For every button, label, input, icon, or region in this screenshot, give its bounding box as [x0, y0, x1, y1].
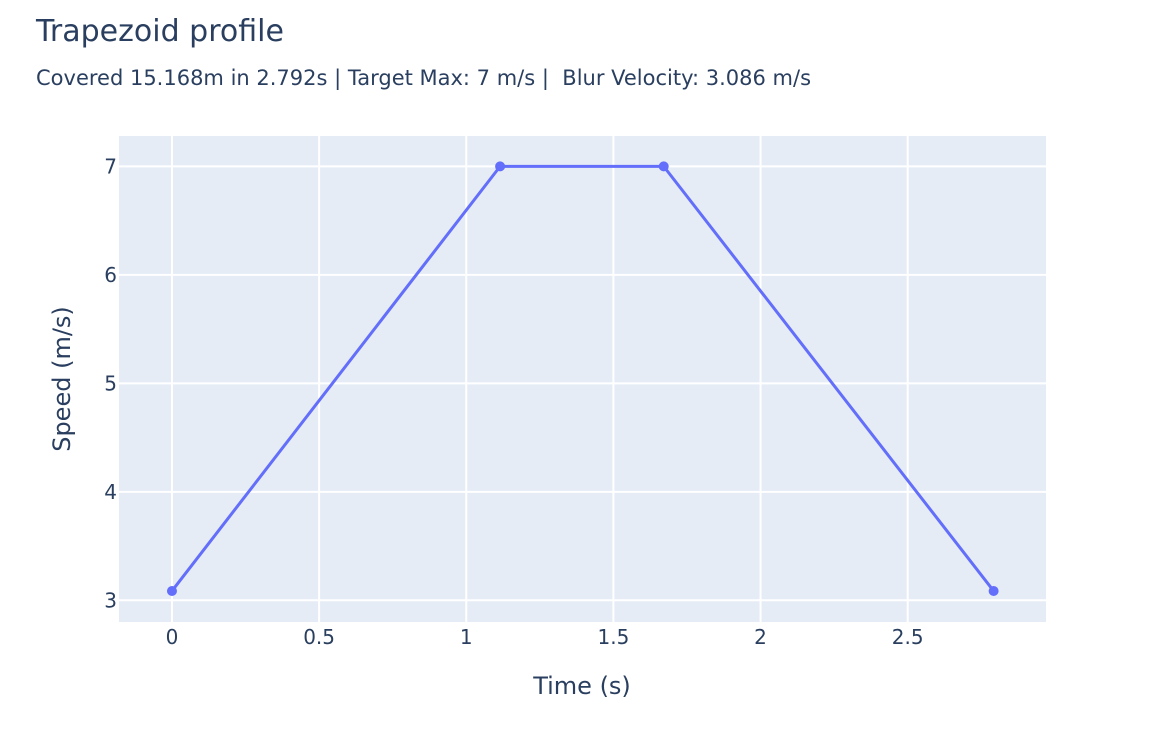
- x-tick-label: 1: [460, 625, 473, 649]
- data-point: [166, 585, 177, 596]
- x-tick-label: 0: [166, 625, 179, 649]
- y-axis-title: Speed (m/s): [48, 306, 76, 452]
- chart-svg: 0 0.5 1 1.5 2 2.5 3 4 5 6 7 Time (s) Speed (m/s): [48, 136, 1046, 700]
- x-axis-ticks: 0 0.5 1 1.5 2 2.5: [166, 625, 924, 649]
- y-tick-label: 5: [104, 371, 117, 395]
- x-tick-label: 1.5: [597, 625, 629, 649]
- data-point: [495, 161, 506, 172]
- x-tick-label: 0.5: [303, 625, 335, 649]
- y-tick-label: 7: [104, 154, 117, 178]
- y-tick-label: 6: [104, 263, 117, 287]
- y-tick-label: 3: [104, 588, 117, 612]
- y-axis-ticks: 3 4 5 6 7: [104, 154, 117, 612]
- x-axis-title: Time (s): [532, 672, 631, 700]
- x-tick-label: 2.5: [892, 625, 924, 649]
- y-tick-label: 4: [104, 480, 117, 504]
- data-point: [988, 585, 999, 596]
- data-point: [658, 161, 669, 172]
- x-tick-label: 2: [754, 625, 767, 649]
